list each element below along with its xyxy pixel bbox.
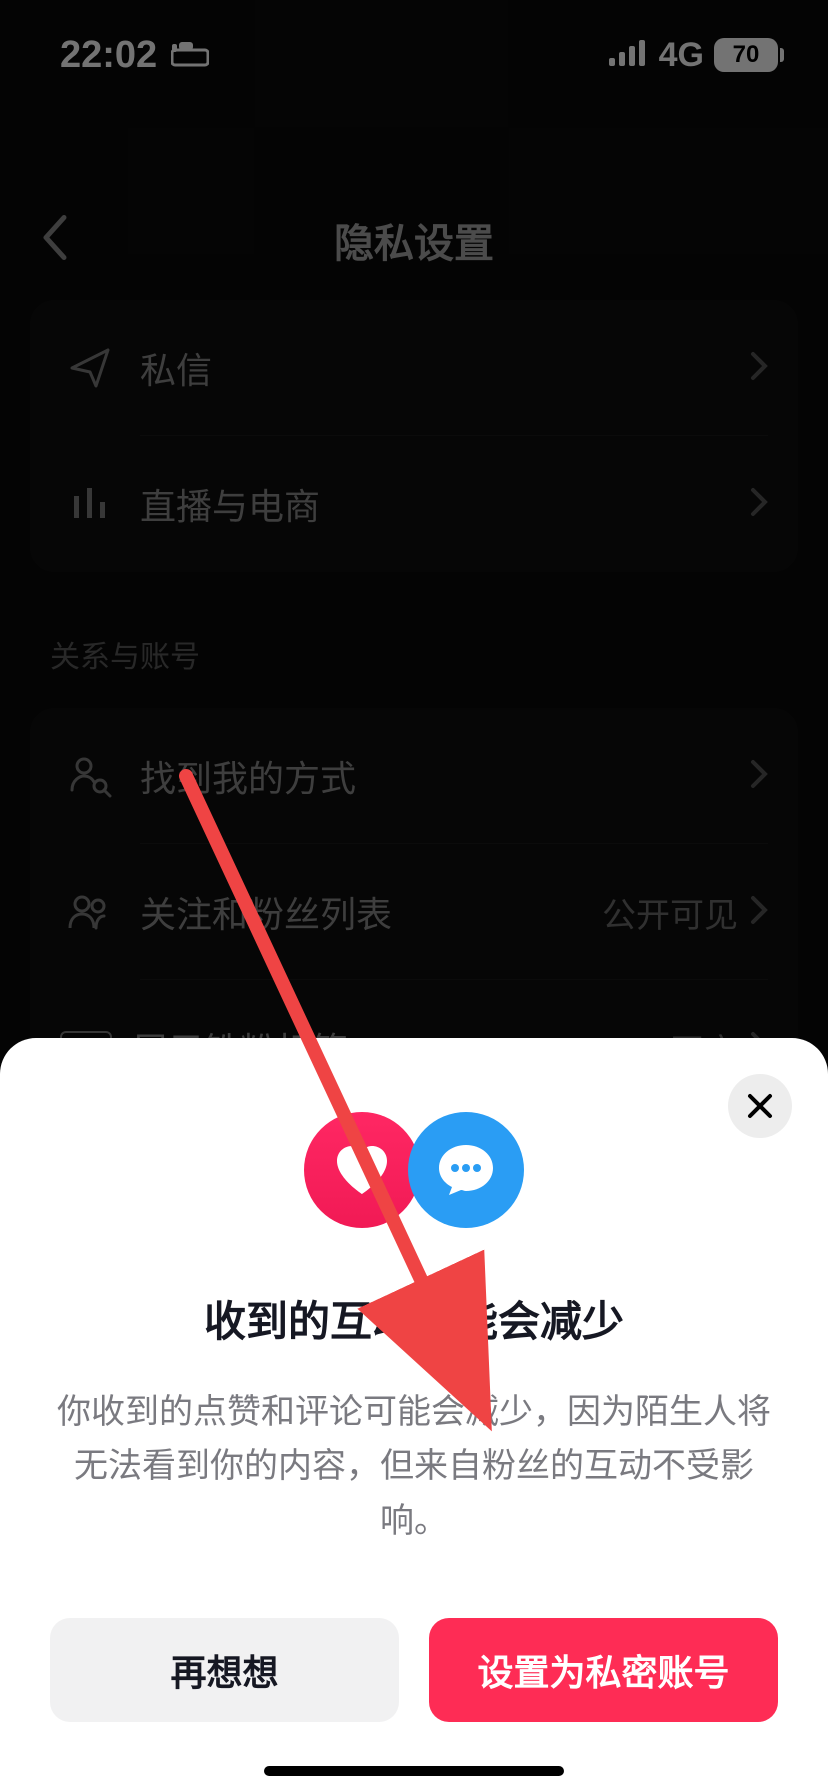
heart-icon xyxy=(304,1112,420,1228)
chat-icon xyxy=(408,1112,524,1228)
sheet-title: 收到的互动可能会减少 xyxy=(50,1288,778,1349)
cancel-button[interactable]: 再想想 xyxy=(50,1618,399,1722)
sheet-description: 你收到的点赞和评论可能会减少，因为陌生人将无法看到你的内容，但来自粉丝的互动不受… xyxy=(50,1385,778,1548)
cancel-label: 再想想 xyxy=(170,1644,278,1696)
confirm-label: 设置为私密账号 xyxy=(477,1644,729,1696)
close-icon xyxy=(746,1092,774,1120)
close-button[interactable] xyxy=(728,1074,792,1138)
home-indicator[interactable] xyxy=(264,1766,564,1776)
confirm-button[interactable]: 设置为私密账号 xyxy=(429,1618,778,1722)
sheet-buttons: 再想想 设置为私密账号 xyxy=(50,1618,778,1722)
bottom-sheet: 收到的互动可能会减少 你收到的点赞和评论可能会减少，因为陌生人将无法看到你的内容… xyxy=(0,1038,828,1792)
sheet-icons xyxy=(50,1112,778,1228)
